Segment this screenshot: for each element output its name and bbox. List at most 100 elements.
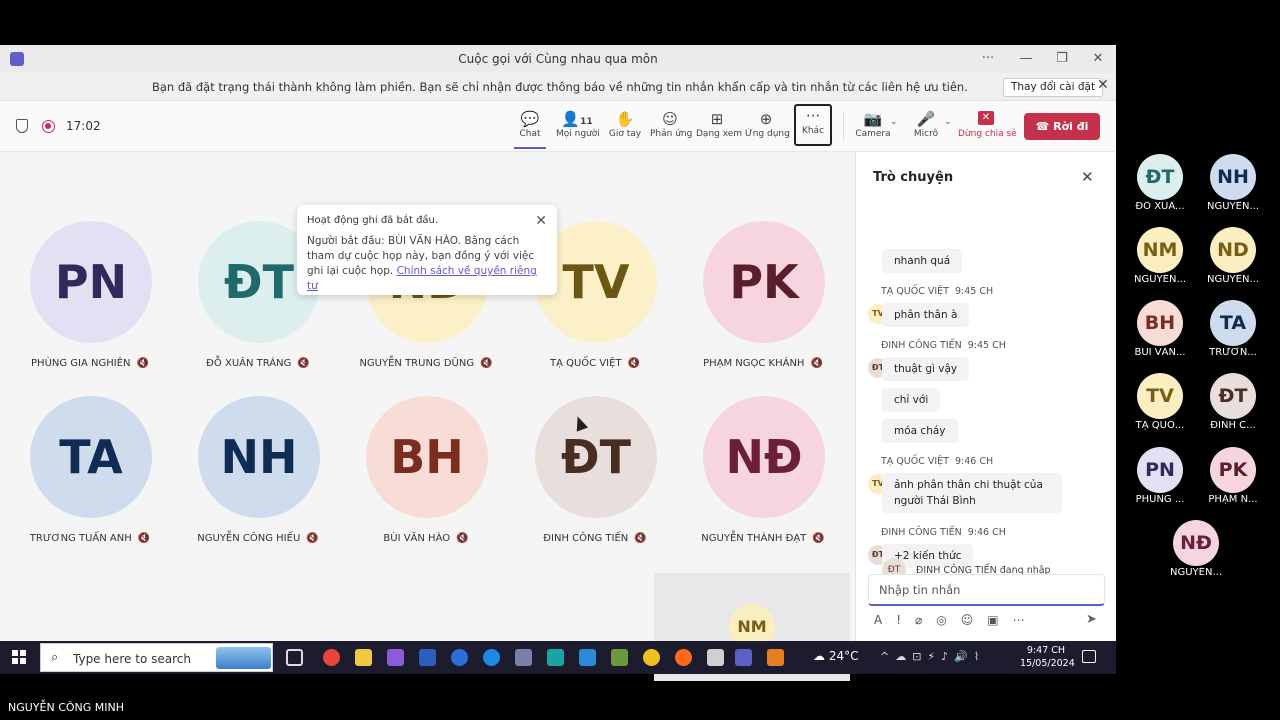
hand-icon: ✋	[615, 110, 635, 128]
message-input[interactable]: Nhập tin nhắn	[868, 574, 1105, 606]
participant-tile[interactable]: PK PHẠM NGỌC KHÁNH 🔇	[678, 204, 848, 374]
gallery-avatar: NM	[1137, 227, 1183, 273]
stop-share-label: Dừng chia sẻ	[958, 129, 1017, 139]
chat-message[interactable]: móa cháy	[882, 419, 958, 443]
participant-tile[interactable]: NH NGUYỄN CÔNG HIẾU 🔇	[173, 379, 343, 549]
app-icon-8[interactable]	[767, 649, 784, 666]
format-icon[interactable]: A	[874, 613, 896, 627]
sender-name: TẠ QUỐC VIỆT	[881, 456, 949, 467]
raise-hand-button[interactable]: ✋ Giơ tay	[608, 109, 642, 145]
minimize-icon[interactable]: —	[1016, 49, 1036, 69]
stop-share-button[interactable]: ✕ Dừng chia sẻ	[958, 109, 1017, 145]
app-icon-4[interactable]	[611, 649, 628, 666]
windows-start-icon[interactable]	[12, 650, 26, 664]
word-icon[interactable]	[419, 649, 436, 666]
banner-close-icon[interactable]: ✕	[1097, 77, 1109, 93]
mic-button[interactable]: 🎤 Micrô	[910, 109, 942, 145]
app-icon-2[interactable]	[515, 649, 532, 666]
mic-chevron-down-icon[interactable]: ⌄	[944, 117, 952, 127]
participant-name-text: NGUYỄN TRUNG DŨNG	[359, 358, 475, 369]
gallery-participant[interactable]: NM NGUYỄN...	[1120, 227, 1200, 285]
gallery-participant[interactable]: ND NGUYỄN...	[1193, 227, 1273, 285]
more-label: Khác	[801, 126, 825, 136]
mic-muted-icon: 🔇	[306, 533, 319, 544]
gallery-participant[interactable]: TV TẠ QUỐ...	[1120, 373, 1200, 431]
more-button[interactable]: ··· Khác	[794, 104, 832, 146]
plus-icon: ⊕	[759, 110, 773, 128]
close-window-icon[interactable]: ✕	[1088, 49, 1108, 69]
people-button[interactable]: 👤11 Mọi người	[556, 109, 600, 145]
zalo-icon[interactable]	[483, 649, 500, 666]
participant-tile[interactable]: NĐ NGUYỄN THÀNH ĐẠT 🔇	[678, 379, 848, 549]
chat-message[interactable]: ảnh phân thân chi thuật của người Thái B…	[882, 473, 1062, 513]
app-icon-3[interactable]	[547, 649, 564, 666]
change-settings-button[interactable]: Thay đổi cài đặt	[1003, 78, 1104, 97]
gallery-name: NGUYỄN...	[1134, 274, 1186, 285]
taskbar-search[interactable]: ⌕ Type here to search	[40, 643, 273, 672]
recording-icon	[42, 120, 55, 133]
more-actions-icon[interactable]: ⋯	[1013, 613, 1039, 627]
gallery-participant[interactable]: PK PHẠM N...	[1193, 447, 1273, 505]
gallery-participant[interactable]: PN PHÙNG ...	[1120, 447, 1200, 505]
vscode-icon[interactable]	[579, 649, 596, 666]
file-explorer-icon[interactable]	[355, 649, 372, 666]
visual-studio-icon[interactable]	[387, 649, 404, 666]
participant-tile[interactable]: ĐT ĐINH CÔNG TIẾN 🔇	[510, 379, 680, 549]
app-icon-6[interactable]	[675, 649, 692, 666]
windows-taskbar: ⌕ Type here to search ☁ 24°C ^☁⊡⚡♪🔊⌇ 9:4…	[0, 641, 1116, 674]
chat-close-icon[interactable]: ✕	[1081, 168, 1094, 186]
apps-button[interactable]: ⊕ Ứng dụng	[745, 109, 790, 145]
view-label: Dạng xem	[696, 129, 743, 139]
participant-name-text: NGUYỄN THÀNH ĐẠT	[701, 533, 807, 544]
chat-message[interactable]: phân thân à	[882, 303, 970, 327]
participant-tile[interactable]: TA TRƯƠNG TUẤN ANH 🔇	[5, 379, 175, 549]
gallery-avatar: NH	[1210, 154, 1256, 200]
participant-avatar: TA	[30, 396, 152, 518]
gallery-participant[interactable]: TA TRƯƠN...	[1193, 300, 1273, 358]
weather-widget[interactable]: ☁ 24°C	[813, 649, 858, 663]
notification-icon[interactable]	[1082, 650, 1096, 663]
gallery-participant[interactable]: ĐT ĐỖ XUÂ...	[1120, 154, 1200, 212]
system-tray[interactable]: ^☁⊡⚡♪🔊⌇	[880, 650, 985, 663]
participant-name: ĐINH CÔNG TIẾN 🔇	[500, 533, 690, 544]
camera-button[interactable]: 📷 Camera	[855, 109, 891, 145]
gallery-participant[interactable]: BH BÙI VĂN...	[1120, 300, 1200, 358]
gallery-participant[interactable]: NĐ NGUYỄN...	[1156, 520, 1236, 578]
participant-stage: PNPHÙNG GIA NGHIÊN🔇ĐTĐỖ XUÂN TRÁNG🔇NDNGU…	[0, 152, 855, 681]
participant-tile[interactable]: BH BÙI VĂN HÀO 🔇	[341, 379, 511, 549]
chat-message[interactable]: nhanh quá	[882, 249, 963, 273]
send-icon[interactable]: ➤	[1086, 612, 1097, 627]
more-options-icon[interactable]: ···	[978, 49, 998, 69]
leave-button[interactable]: ☎ Rời đi	[1024, 113, 1100, 140]
gallery-avatar: ĐT	[1137, 154, 1183, 200]
participant-tile[interactable]: PN PHÙNG GIA NGHIÊN 🔇	[5, 204, 175, 374]
shield-icon[interactable]	[16, 119, 28, 133]
maximize-icon[interactable]: ❐	[1052, 49, 1072, 69]
app-icon-7[interactable]	[707, 649, 724, 666]
gallery-participant[interactable]: NH NGUYỄN...	[1193, 154, 1273, 212]
urgent-icon[interactable]: !	[896, 613, 915, 627]
teams-taskbar-icon[interactable]	[735, 649, 752, 666]
chat-message[interactable]: thuật gì vậy	[882, 357, 970, 381]
app-icon-5[interactable]	[643, 649, 660, 666]
camera-label: Camera	[855, 129, 891, 139]
camera-chevron-down-icon[interactable]: ⌄	[890, 117, 898, 127]
chat-button[interactable]: 💬 Chat	[514, 109, 546, 149]
chrome-icon[interactable]	[323, 649, 340, 666]
view-button[interactable]: ⊞ Dạng xem	[696, 109, 743, 145]
react-button[interactable]: ☺ Phản ứng	[650, 109, 692, 145]
emoji-icon[interactable]: ☺	[961, 613, 988, 627]
phone-icon: ☎	[1035, 120, 1050, 133]
task-view-icon[interactable]	[286, 649, 303, 666]
chat-message[interactable]: chỉ với	[882, 388, 941, 412]
attach-icon[interactable]: ⌀	[915, 613, 936, 627]
loop-icon[interactable]: ◎	[936, 613, 960, 627]
sender-name: ĐINH CÔNG TIẾN	[881, 340, 962, 351]
gallery-avatar: TV	[1137, 373, 1183, 419]
gallery-participant[interactable]: ĐT ĐINH C...	[1193, 373, 1273, 431]
app-icon[interactable]	[451, 649, 468, 666]
taskbar-clock[interactable]: 9:47 CH 15/05/2024	[1020, 644, 1075, 670]
gif-icon[interactable]: ▣	[987, 613, 1012, 627]
recording-notice-close-icon[interactable]: ✕	[535, 213, 547, 229]
chat-panel-title: Trò chuyện	[873, 170, 954, 185]
